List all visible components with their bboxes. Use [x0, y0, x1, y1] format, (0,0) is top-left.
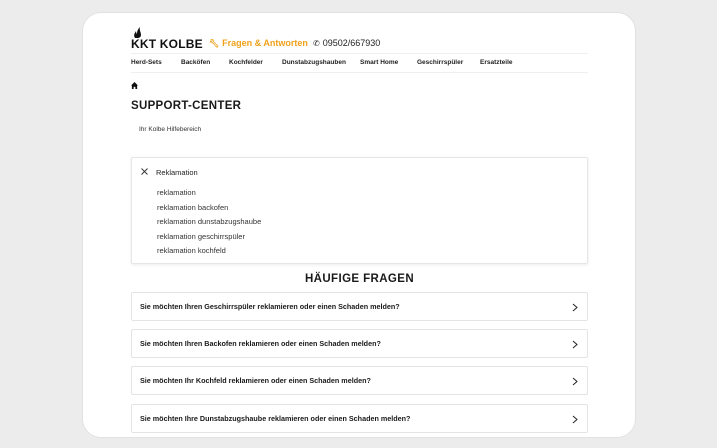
nav-item-dunstabzugshauben[interactable]: Dunstabzugshauben	[282, 59, 346, 66]
logo-text: KKT KOLBE	[131, 37, 203, 51]
faq-item-geschirrspueler[interactable]: Sie möchten Ihren Geschirrspüler reklami…	[131, 292, 588, 321]
close-icon[interactable]	[141, 168, 148, 175]
faq-link[interactable]: 🔧︎ Fragen & Antworten	[209, 38, 308, 48]
main-nav: Herd-Sets Backöfen Kochfelder Dunstabzug…	[131, 53, 588, 73]
suggestion-list: reklamation reklamation backofen reklama…	[157, 186, 261, 259]
faq-heading: HÄUFIGE FRAGEN	[304, 273, 415, 285]
chevron-right-icon	[572, 340, 578, 349]
phone-label: 09502/667930	[322, 38, 381, 48]
suggestion-item[interactable]: reklamation backofen	[157, 201, 261, 216]
faq-link-label: Fragen & Antworten	[222, 38, 308, 48]
page-subtitle: Ihr Kolbe Hilfebereich	[139, 126, 202, 133]
faq-question: Sie möchten Ihren Backofen reklamieren o…	[140, 339, 381, 348]
suggestion-item[interactable]: reklamation dunstabzugshaube	[157, 215, 261, 230]
faq-question: Sie möchten Ihre Dunstabzugshaube reklam…	[140, 414, 411, 423]
site-header: KKT KOLBE 🔧︎ Fragen & Antworten ✆ 09502/…	[131, 27, 588, 53]
faq-item-dunstabzugshaube[interactable]: Sie möchten Ihre Dunstabzugshaube reklam…	[131, 404, 588, 433]
nav-item-backoefen[interactable]: Backöfen	[181, 59, 210, 66]
nav-item-herd-sets[interactable]: Herd-Sets	[131, 59, 162, 66]
nav-item-geschirrspueler[interactable]: Geschirrspüler	[417, 59, 463, 66]
chevron-right-icon	[572, 303, 578, 312]
suggestion-item[interactable]: reklamation kochfeld	[157, 244, 261, 259]
suggestion-item[interactable]: reklamation	[157, 186, 261, 201]
logo[interactable]: KKT KOLBE	[131, 27, 203, 53]
suggestion-item[interactable]: reklamation geschirrspüler	[157, 230, 261, 245]
chevron-right-icon	[572, 377, 578, 386]
faq-item-kochfeld[interactable]: Sie möchten Ihr Kochfeld reklamieren ode…	[131, 366, 588, 395]
nav-item-smart-home[interactable]: Smart Home	[360, 59, 398, 66]
phone-number[interactable]: ✆ 09502/667930	[313, 38, 380, 48]
wrench-icon: 🔧︎	[209, 38, 220, 48]
nav-item-kochfelder[interactable]: Kochfelder	[229, 59, 263, 66]
faq-question: Sie möchten Ihren Geschirrspüler reklami…	[140, 302, 400, 311]
faq-question: Sie möchten Ihr Kochfeld reklamieren ode…	[140, 376, 371, 385]
search-input[interactable]	[156, 165, 456, 179]
home-icon[interactable]	[131, 82, 138, 89]
chevron-right-icon	[572, 415, 578, 424]
nav-item-ersatzteile[interactable]: Ersatzteile	[480, 59, 513, 66]
faq-item-backofen[interactable]: Sie möchten Ihren Backofen reklamieren o…	[131, 329, 588, 358]
phone-icon: ✆	[313, 38, 320, 48]
browser-frame: KKT KOLBE 🔧︎ Fragen & Antworten ✆ 09502/…	[83, 13, 635, 437]
page-title: SUPPORT-CENTER	[131, 100, 242, 112]
search-box: reklamation reklamation backofen reklama…	[131, 157, 588, 264]
